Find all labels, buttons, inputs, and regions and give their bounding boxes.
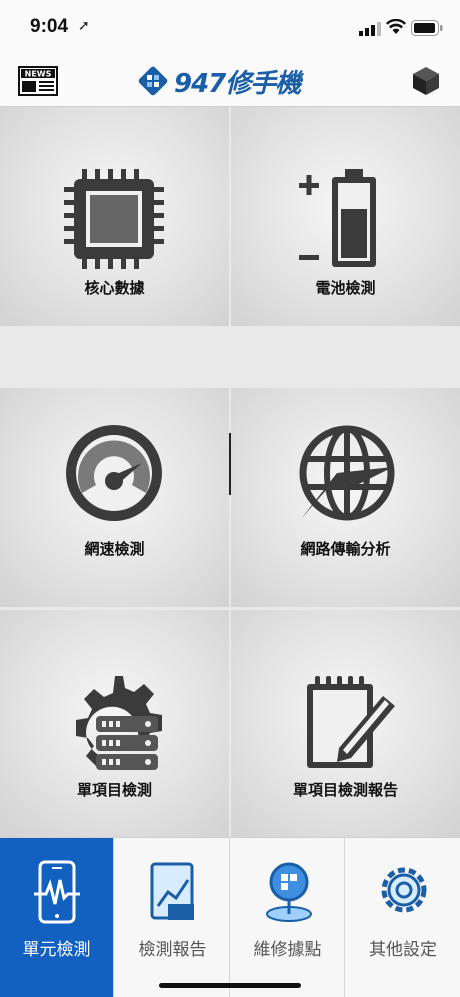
cellular-signal-icon bbox=[359, 22, 381, 36]
tab-label: 其他設定 bbox=[369, 940, 437, 960]
home-indicator bbox=[159, 983, 301, 988]
gear-icon bbox=[381, 867, 427, 913]
tile-label: 核心數據 bbox=[84, 279, 145, 297]
cpu-icon bbox=[64, 169, 164, 269]
tile-label: 網路傳輸分析 bbox=[300, 540, 391, 558]
status-time: 9:04 bbox=[30, 16, 69, 37]
tab-settings[interactable]: 其他設定 bbox=[346, 838, 460, 997]
tab-bar: 單元檢測 檢測報告 維修據點 其他設定 bbox=[0, 837, 460, 997]
tab-label: 單元檢測 bbox=[22, 940, 91, 960]
feature-grid: 核心數據 電池檢測 完整測試數據！使用簡易直覺 網速檢測 網路傳輸分析 單項目檢… bbox=[0, 107, 460, 837]
logo-mark-icon bbox=[138, 66, 168, 96]
notepad-pencil-icon bbox=[307, 676, 395, 768]
news-icon[interactable]: NEWS bbox=[18, 66, 58, 96]
report-chart-icon bbox=[150, 862, 194, 920]
news-label: NEWS bbox=[25, 70, 52, 79]
logo-text: 947修手機 bbox=[174, 68, 301, 99]
globe-icon bbox=[299, 425, 395, 521]
tile-core-data[interactable]: 核心數據 bbox=[0, 107, 229, 326]
status-bar: 9:04 ➚ bbox=[0, 0, 460, 56]
wifi-icon bbox=[386, 19, 406, 34]
tile-label: 單項目檢測 bbox=[76, 781, 152, 799]
tile-label: 單項目檢測報告 bbox=[292, 781, 398, 799]
phone-pulse-icon bbox=[34, 860, 80, 924]
tile-network-analysis[interactable]: 網路傳輸分析 bbox=[231, 388, 460, 607]
tile-label: 電池檢測 bbox=[315, 279, 376, 297]
battery-check-icon bbox=[299, 169, 376, 267]
tile-label: 網速檢測 bbox=[84, 540, 145, 558]
speedometer-icon bbox=[66, 425, 162, 521]
tile-speed-test[interactable]: 網速檢測 bbox=[0, 388, 229, 607]
tile-single-report[interactable]: 單項目檢測報告 bbox=[231, 610, 460, 837]
navbar: NEWS 947修手機 bbox=[0, 56, 460, 107]
tab-repair-locations[interactable]: 維修據點 bbox=[231, 838, 345, 997]
server-gear-icon bbox=[76, 676, 162, 770]
app-logo: 947修手機 bbox=[138, 64, 334, 99]
location-pin-icon bbox=[266, 862, 312, 922]
location-arrow-icon: ➚ bbox=[78, 18, 90, 34]
tab-label: 檢測報告 bbox=[138, 940, 207, 960]
tile-battery-check[interactable]: 電池檢測 bbox=[231, 107, 460, 326]
tab-unit-test[interactable]: 單元檢測 bbox=[0, 838, 114, 997]
cube-icon[interactable] bbox=[410, 65, 442, 97]
tile-single-test[interactable]: 單項目檢測 bbox=[0, 610, 229, 837]
battery-icon bbox=[411, 20, 443, 36]
tab-test-report[interactable]: 檢測報告 bbox=[116, 838, 230, 997]
tab-label: 維修據點 bbox=[253, 940, 322, 960]
